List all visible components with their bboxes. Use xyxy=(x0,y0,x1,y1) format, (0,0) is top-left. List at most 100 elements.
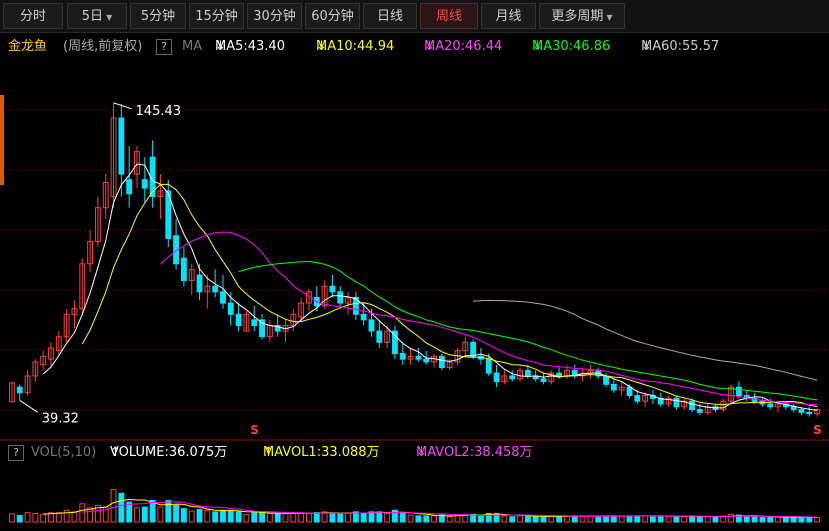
candle-body xyxy=(149,156,156,198)
candle-body xyxy=(470,341,477,357)
candle-body xyxy=(118,117,125,175)
s-signal-marker: S xyxy=(250,423,259,437)
candle-body xyxy=(657,397,664,405)
candle-body xyxy=(751,397,758,402)
candle-body xyxy=(806,411,813,415)
candle-body xyxy=(696,409,703,413)
candle-body xyxy=(595,369,602,377)
volume-bar xyxy=(118,492,125,523)
volume-bar xyxy=(571,515,578,523)
candle-body xyxy=(337,291,344,304)
volume-bar xyxy=(110,489,117,523)
volume-bar xyxy=(524,515,531,523)
volume-bar xyxy=(212,511,219,523)
volume-bar xyxy=(673,515,680,523)
volume-bar xyxy=(806,516,813,523)
candle-body xyxy=(134,151,140,175)
volume-bar xyxy=(642,515,649,523)
ma20-arrow-down-icon: ↓ xyxy=(424,39,435,54)
candle-body xyxy=(204,285,211,293)
volume-bar xyxy=(368,511,375,523)
candle-body xyxy=(173,235,179,265)
candle-body xyxy=(446,361,453,369)
volume-bar xyxy=(782,517,789,523)
candle-body xyxy=(642,395,649,402)
candle-body xyxy=(282,324,289,332)
volume-bar xyxy=(126,501,133,523)
ma5-line xyxy=(42,163,818,411)
ma-label: MA xyxy=(182,39,203,54)
candle-body xyxy=(626,386,633,397)
volume-bar xyxy=(704,516,711,523)
candle-body xyxy=(681,400,688,408)
candle-body xyxy=(48,347,54,360)
volume-bar xyxy=(313,512,320,523)
volume-bar xyxy=(8,513,15,523)
candle-body xyxy=(368,319,375,332)
candle-body xyxy=(743,395,750,399)
candle-body xyxy=(665,397,672,405)
tab-1[interactable]: 5日 ▼ xyxy=(67,3,127,29)
volume-bar xyxy=(204,509,211,523)
volume-bar xyxy=(251,512,258,523)
tab-4[interactable]: 30分钟 xyxy=(247,3,302,29)
volume-bar xyxy=(259,512,265,523)
volume-bar xyxy=(556,516,563,523)
volume-bar xyxy=(157,506,164,523)
tab-3[interactable]: 15分钟 xyxy=(189,3,244,29)
tab-6[interactable]: 日线 xyxy=(363,3,417,29)
candle-body xyxy=(485,358,492,374)
volume-bar xyxy=(196,508,203,523)
mavol2-line xyxy=(82,501,818,518)
candle-body xyxy=(618,386,625,391)
volume-bar xyxy=(454,514,461,523)
candle-body xyxy=(126,179,133,195)
volume-bar xyxy=(180,508,187,523)
chevron-down-icon: ▼ xyxy=(606,13,613,22)
max-price-label: 145.43 xyxy=(136,104,182,119)
candle-body xyxy=(165,190,172,240)
volume-bar xyxy=(266,512,273,523)
candle-body xyxy=(360,313,367,321)
volume-bar xyxy=(665,516,672,523)
candle-body xyxy=(399,353,406,360)
volume-bar xyxy=(32,512,39,523)
volume-bar xyxy=(274,512,281,523)
candle-body xyxy=(728,386,735,402)
s-signal-marker: S xyxy=(813,423,822,437)
candle-body xyxy=(790,406,797,411)
tab-5[interactable]: 60分钟 xyxy=(305,3,360,29)
volume-bar xyxy=(376,511,383,523)
volume-bar xyxy=(478,514,484,523)
candle-body xyxy=(782,403,789,408)
volume-bar xyxy=(470,513,477,523)
period-toolbar: 分时 5日 ▼ 5分钟 15分钟 30分钟 60分钟 日线 周线 月线 更多周期 ▼ xyxy=(0,0,829,33)
volume-header: ? VOL(5,10) VOLUME:36.075万 ↑ MAVOL1:33.0… xyxy=(0,440,829,466)
candle-body xyxy=(587,369,594,374)
volume-bar xyxy=(173,504,179,523)
volume-bar xyxy=(79,503,86,523)
volume-bar xyxy=(735,514,742,523)
volume-bar xyxy=(306,512,312,523)
candle-body xyxy=(759,400,766,405)
candle-body xyxy=(235,313,242,326)
volume-bar xyxy=(501,515,508,523)
volume-bar xyxy=(220,509,226,523)
tab-2[interactable]: 5分钟 xyxy=(130,3,186,29)
volume-bar xyxy=(438,514,445,523)
tab-7[interactable]: 周线 xyxy=(420,3,478,29)
mavol1-arrow-up-icon: ↑ xyxy=(263,445,274,460)
candle-body xyxy=(180,257,187,282)
candle-body xyxy=(524,369,531,377)
tab-0[interactable]: 分时 xyxy=(3,3,63,29)
volume-bar xyxy=(626,515,633,523)
volume-bar xyxy=(55,512,62,523)
tab-9[interactable]: 更多周期 ▼ xyxy=(539,3,625,29)
candle-body xyxy=(79,263,86,310)
candle-body xyxy=(814,409,821,415)
candle-body xyxy=(532,375,539,380)
candle-body xyxy=(8,382,15,403)
tab-8[interactable]: 月线 xyxy=(481,3,536,29)
candle-body xyxy=(775,403,781,408)
volume-bar xyxy=(71,511,78,523)
